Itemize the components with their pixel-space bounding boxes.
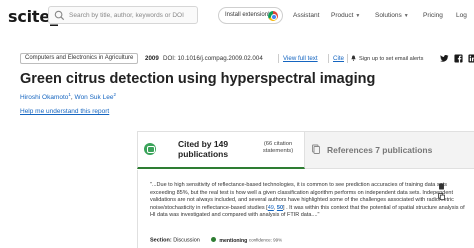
author-link[interactable]: Won Suk Lee2 <box>74 92 116 102</box>
twitter-icon[interactable] <box>440 54 449 63</box>
view-full-text-label: View full text <box>283 55 318 62</box>
cite-label: Cite <box>333 55 345 62</box>
paper-meta-row: Computers and Electronics in Agriculture… <box>20 52 474 66</box>
section-label: Section: <box>150 237 172 244</box>
search-input[interactable] <box>69 9 195 22</box>
install-extension-label: Install extension! <box>225 12 270 18</box>
author-name: Won Suk Lee <box>74 94 114 102</box>
nav-product[interactable]: Product ▼ <box>331 12 360 19</box>
classification-badge: mentioning <box>219 237 248 244</box>
chevron-down-icon: ▼ <box>355 13 361 19</box>
help-understand-link[interactable]: Help me understand this report <box>20 108 109 115</box>
author-list: Hiroshi Okamoto1, Won Suk Lee2 <box>20 92 116 101</box>
nav-product-label: Product <box>331 12 354 19</box>
document-icon <box>312 144 320 154</box>
nav-login-label: Log <box>456 12 467 19</box>
nav-pricing[interactable]: Pricing <box>423 12 443 19</box>
citation-snippet: "...Due to high sensitivity of reflectan… <box>150 182 468 220</box>
document-icon[interactable] <box>438 183 445 190</box>
chevron-down-icon: ▼ <box>403 13 409 19</box>
mentioning-dot-icon <box>211 237 217 242</box>
confidence-score: confidence: 99% <box>248 237 283 243</box>
bell-icon <box>351 55 356 61</box>
email-alerts-button[interactable]: Sign up to set email alerts <box>351 55 423 62</box>
citation-statement-card: "...Due to high sensitivity of reflectan… <box>137 170 474 248</box>
quote-icon <box>144 143 156 155</box>
citation-statements-count: (66 citation statements) <box>262 141 294 154</box>
install-extension-button[interactable]: Install extension! <box>218 7 283 24</box>
facebook-icon[interactable] <box>454 54 463 63</box>
tab-references[interactable]: References 7 publications <box>305 131 474 169</box>
author-name: Hiroshi Okamoto <box>20 94 69 102</box>
view-full-text-link[interactable]: View full text <box>283 55 318 62</box>
tab-cited-by[interactable]: Cited by 149 publications (66 citation s… <box>137 131 305 169</box>
nav-assistant-label: Assistant <box>293 12 320 19</box>
divider <box>278 54 279 63</box>
citation-section-row: Section: Discussion mentioning confidenc… <box>150 237 282 244</box>
section-value: Discussion <box>173 237 200 244</box>
divider <box>328 54 329 63</box>
nav-solutions-label: Solutions <box>375 12 402 19</box>
author-affiliation-marker: 2 <box>113 92 116 97</box>
journal-badge[interactable]: Computers and Electronics in Agriculture <box>20 53 139 64</box>
cite-link[interactable]: Cite <box>333 55 344 62</box>
copy-icon[interactable] <box>438 193 445 200</box>
paper-title: Green citrus detection using hyperspectr… <box>20 71 376 87</box>
divider <box>347 54 348 63</box>
nav-assistant[interactable]: Assistant <box>293 12 319 19</box>
doi-text: DOI: 10.1016/j.compag.2009.02.004 <box>163 55 263 62</box>
search-box[interactable] <box>48 6 198 24</box>
cited-by-count: Cited by 149 publications <box>178 139 229 159</box>
author-link[interactable]: Hiroshi Okamoto1 <box>20 92 71 102</box>
email-alerts-label: Sign up to set email alerts <box>359 56 424 62</box>
publication-year: 2009 <box>145 55 159 62</box>
search-icon <box>54 10 65 21</box>
nav-pricing-label: Pricing <box>423 12 443 19</box>
linkedin-icon[interactable] <box>468 54 474 63</box>
nav-solutions[interactable]: Solutions ▼ <box>375 12 409 19</box>
citation-tabs: Cited by 149 publications (66 citation s… <box>137 131 474 169</box>
nav-login[interactable]: Log <box>456 12 467 19</box>
references-label: References 7 publications <box>327 145 433 155</box>
top-navigation: scite_ Install extension! Assistant Prod… <box>0 0 474 32</box>
chrome-icon <box>268 11 278 21</box>
